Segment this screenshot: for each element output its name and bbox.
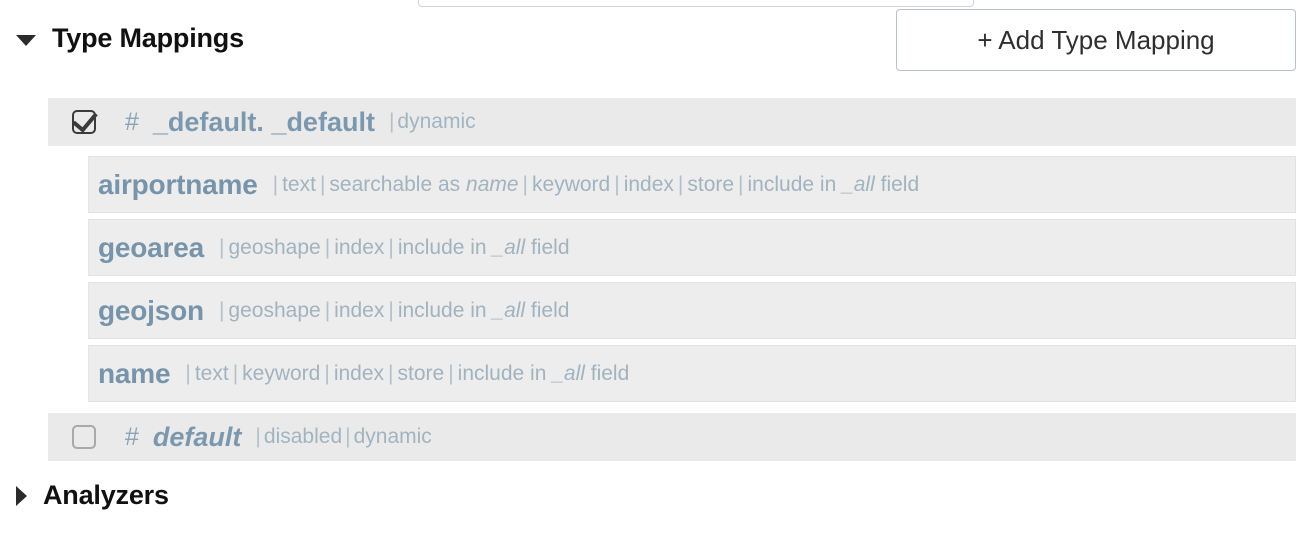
type-mappings-panel: + Add Type Mapping Type Mappings Analyze… (0, 0, 1306, 536)
add-type-mapping-button[interactable]: + Add Type Mapping (896, 9, 1296, 71)
hash-icon: # (125, 107, 139, 136)
field-name: geojson (98, 294, 204, 326)
field-row[interactable]: airportname | text | searchable as name | key… (88, 156, 1296, 213)
triangle-down-icon (16, 34, 36, 46)
field-attributes: | text | keyword | index | store | include in _al… (185, 361, 630, 385)
type-mapping-name: default (152, 421, 242, 452)
type-mapping-name: _default. _default (152, 106, 375, 137)
checkbox-unchecked-icon[interactable] (72, 425, 96, 449)
section-title-analyzers: Analyzers (43, 480, 169, 510)
field-attributes: | geoshape | index | include in _all field (219, 235, 570, 259)
search-input-partial[interactable] (418, 0, 974, 7)
type-mapping-attributes: | disabled | dynamic (255, 425, 432, 448)
type-mapping-row[interactable]: # default | disabled | dynamic (48, 413, 1296, 461)
section-header-type-mappings[interactable]: Type Mappings (16, 23, 244, 54)
field-row[interactable]: geoarea | geoshape | index | include in _all … (88, 219, 1296, 276)
field-row[interactable]: name | text | keyword | index | store | include i… (88, 345, 1296, 402)
field-name: name (98, 357, 171, 389)
section-title-type-mappings: Type Mappings (52, 23, 244, 53)
hash-icon: # (125, 422, 139, 451)
field-attributes: | text | searchable as name | keyword | index | s… (272, 172, 920, 196)
field-name: geoarea (98, 231, 204, 263)
type-mapping-attributes: | dynamic (388, 110, 476, 133)
triangle-right-icon (16, 485, 27, 506)
type-mapping-row[interactable]: # _default. _default | dynamic (48, 98, 1296, 146)
field-name: airportname (98, 168, 258, 200)
checkbox-checked-icon[interactable] (72, 110, 96, 134)
field-attributes: | geoshape | index | include in _all field (218, 298, 570, 322)
field-row[interactable]: geojson | geoshape | index | include in _all … (88, 282, 1296, 339)
section-header-analyzers[interactable]: Analyzers (16, 480, 169, 511)
